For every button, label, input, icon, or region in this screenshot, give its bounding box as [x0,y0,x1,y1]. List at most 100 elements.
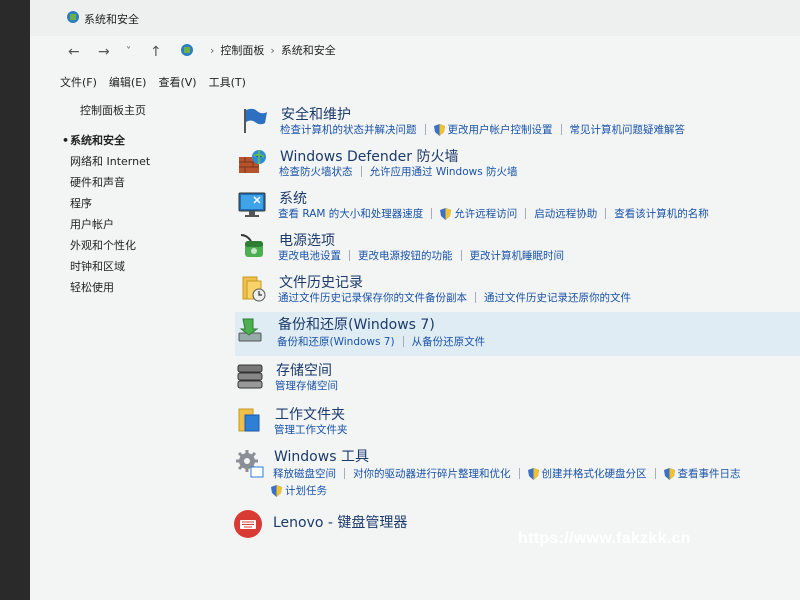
breadcrumb-current[interactable]: 系统和安全 [281,42,336,58]
uac-shield-icon [440,207,452,220]
category-storage-spaces: 存储空间 管理存储空间 [235,358,800,398]
link-firewall-status[interactable]: 检查防火墙状态 [279,164,353,179]
link-divider [460,250,462,261]
link-divider [431,208,433,219]
menu-bar: 文件(F) 编辑(E) 查看(V) 工具(T) [60,74,246,90]
link-manage-work-folders[interactable]: 管理工作文件夹 [274,422,348,437]
link-remote-access[interactable]: 允许远程访问 [454,206,517,221]
sidebar-item-label: 系统和安全 [70,134,125,147]
category-windows-tools: Windows 工具 释放磁盘空间 对你的驱动器进行碎片整理和优化 创建并格式化… [235,446,800,500]
uac-shield-icon [271,484,282,497]
power-battery-icon [240,234,263,257]
monitor-icon [238,192,266,217]
work-folder-icon [238,408,260,432]
link-troubleshoot[interactable]: 常见计算机问题疑难解答 [570,122,686,137]
category-work-folders: 工作文件夹 管理工作文件夹 [235,402,800,442]
sidebar-item-user-accounts[interactable]: 用户帐户 [70,214,230,235]
back-arrow-icon[interactable]: ← [68,44,80,60]
control-panel-window: 系统和安全 ← → ˅ ↑ › 控制面板 › 系统和安全 文件(F) 编辑(E)… [30,0,800,600]
sidebar-item-clock-region[interactable]: 时钟和区域 [70,256,230,277]
uac-shield-icon [433,123,445,136]
link-restore-from-backup[interactable]: 从备份还原文件 [412,334,486,349]
file-history-icon [242,276,266,302]
uac-shield-icon [527,467,539,480]
link-power-button[interactable]: 更改电源按钮的功能 [358,248,453,263]
link-divider [605,208,607,219]
link-allow-app[interactable]: 允许应用通过 Windows 防火墙 [370,164,518,179]
category-system: 系统 查看 RAM 的大小和处理器速度 允许远程访问 启动远程协助 查看该计算机… [235,186,800,226]
category-power: 电源选项 更改电池设置 更改电源按钮的功能 更改计算机睡眠时间 [235,228,800,268]
title-bar: 系统和安全 [30,0,800,36]
sidebar-home-link[interactable]: 控制面板主页 [80,102,230,118]
breadcrumb-separator: › [210,43,215,57]
category-title[interactable]: Windows Defender 防火墙 [280,146,458,166]
category-title[interactable]: Lenovo - 键盘管理器 [273,512,407,532]
category-file-history: 文件历史记录 通过文件历史记录保存你的文件备份副本 通过文件历史记录还原你的文件 [235,270,800,310]
category-title[interactable]: 备份和还原(Windows 7) [278,314,435,334]
link-manage-storage[interactable]: 管理存储空间 [275,378,338,393]
category-title[interactable]: 系统 [279,188,307,208]
category-title[interactable]: 工作文件夹 [275,404,345,424]
link-backup-copy[interactable]: 通过文件历史记录保存你的文件备份副本 [278,290,467,305]
link-defragment[interactable]: 对你的驱动器进行碎片整理和优化 [353,466,511,481]
link-remote-assistance[interactable]: 启动远程协助 [534,206,597,221]
category-title[interactable]: 安全和维护 [281,104,351,124]
category-backup-restore[interactable]: 备份和还原(Windows 7) 备份和还原(Windows 7) 从备份还原文… [235,312,800,356]
breadcrumb-separator: › [270,43,275,57]
link-scheduled-tasks[interactable]: 计划任务 [285,483,327,498]
sidebar-item-hardware[interactable]: 硬件和声音 [70,172,230,193]
sidebar-item-ease-of-access[interactable]: 轻松使用 [70,277,230,298]
link-disk-cleanup[interactable]: 释放磁盘空间 [273,466,336,481]
link-backup-restore[interactable]: 备份和还原(Windows 7) [277,334,395,349]
link-restore-files[interactable]: 通过文件历史记录还原你的文件 [484,290,631,305]
forward-arrow-icon[interactable]: → [98,44,110,60]
menu-view[interactable]: 查看(V) [158,74,196,90]
active-dot-icon: • [62,134,70,147]
window-title: 系统和安全 [84,13,139,26]
menu-tools[interactable]: 工具(T) [209,74,246,90]
link-uac-settings[interactable]: 更改用户帐户控制设置 [448,122,553,137]
sidebar: 控制面板主页 • 系统和安全 网络和 Internet 硬件和声音 程序 用户帐… [62,102,230,298]
up-arrow-icon[interactable]: ↑ [150,44,162,60]
sidebar-item-system-security[interactable]: • 系统和安全 [62,130,230,151]
chevron-down-icon[interactable]: ˅ [126,44,131,60]
flag-icon [244,108,267,133]
link-divider [344,468,345,479]
sidebar-item-programs[interactable]: 程序 [70,193,230,214]
menu-edit[interactable]: 编辑(E) [109,74,147,90]
link-check-status[interactable]: 检查计算机的状态并解决问题 [280,122,417,137]
control-panel-icon [67,11,79,23]
sidebar-item-appearance[interactable]: 外观和个性化 [70,235,230,256]
link-divider [525,208,527,219]
storage-icon [237,364,263,389]
address-bar[interactable]: › 控制面板 › 系统和安全 [180,42,336,58]
link-divider [349,250,350,261]
uac-shield-icon [663,467,675,480]
link-divider [518,468,520,479]
category-security-maintenance: 安全和维护 检查计算机的状态并解决问题 更改用户帐户控制设置 常见计算机问题疑难… [235,102,800,142]
link-computer-name[interactable]: 查看该计算机的名称 [614,206,709,221]
category-firewall: Windows Defender 防火墙 检查防火墙状态 允许应用通过 Wind… [235,144,800,184]
link-divider [360,166,362,177]
category-title[interactable]: 文件历史记录 [279,272,363,292]
watermark-text: https://www.fakzkk.cn [518,530,691,547]
link-divider [402,336,404,347]
control-panel-icon [181,44,193,56]
tools-gear-icon [236,450,264,478]
breadcrumb-root[interactable]: 控制面板 [220,42,264,58]
category-title[interactable]: 电源选项 [279,230,335,250]
link-battery-settings[interactable]: 更改电池设置 [278,248,341,263]
link-ram-cpu[interactable]: 查看 RAM 的大小和处理器速度 [278,206,423,221]
firewall-icon [239,150,266,173]
link-divider [424,124,426,135]
link-event-logs[interactable]: 查看事件日志 [678,466,741,481]
link-sleep-time[interactable]: 更改计算机睡眠时间 [470,248,565,263]
link-create-partitions[interactable]: 创建并格式化硬盘分区 [542,466,647,481]
category-title[interactable]: 存储空间 [276,360,332,380]
navigation-bar: ← → ˅ ↑ [30,36,800,68]
category-title[interactable]: Windows 工具 [274,446,369,466]
link-divider [475,292,476,303]
menu-file[interactable]: 文件(F) [60,74,97,90]
link-divider [560,124,562,135]
sidebar-item-network[interactable]: 网络和 Internet [70,151,230,172]
